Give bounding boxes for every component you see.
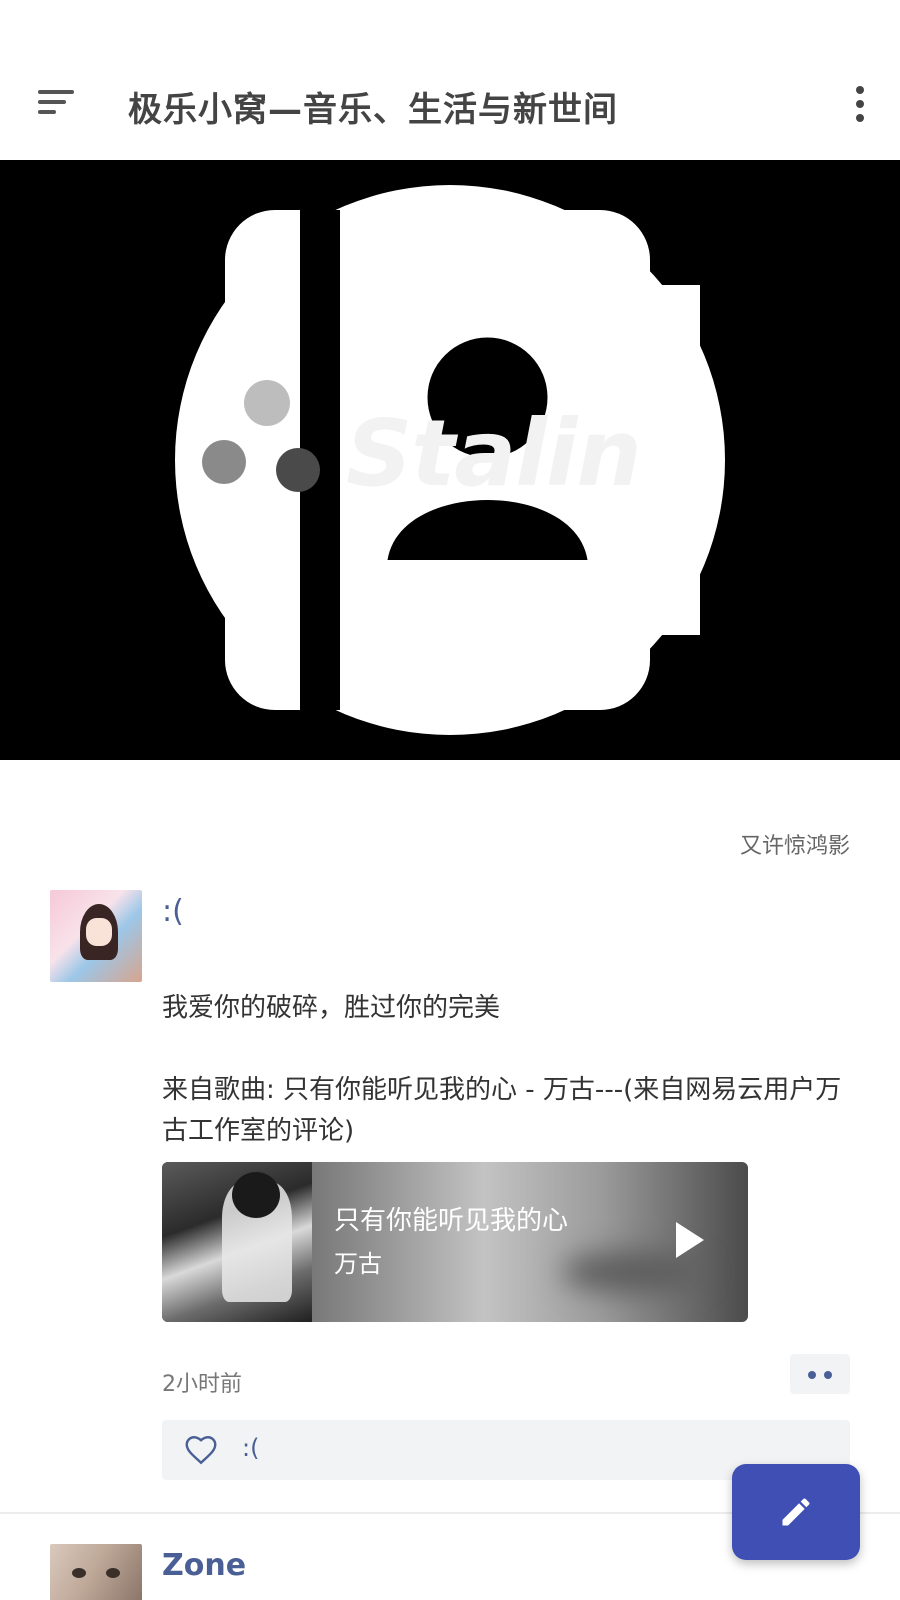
music-card[interactable]: 只有你能听见我的心 万古 bbox=[162, 1162, 748, 1322]
heart-icon[interactable] bbox=[182, 1432, 220, 1468]
post-username[interactable]: :( bbox=[162, 894, 184, 929]
post-body: 我爱你的破碎，胜过你的完美 来自歌曲: 只有你能听见我的心 - 万古---(来自… bbox=[162, 988, 842, 1152]
sort-menu-icon[interactable] bbox=[28, 80, 84, 128]
post-timestamp: 2小时前 bbox=[162, 1372, 242, 1397]
song-title: 只有你能听见我的心 bbox=[334, 1206, 569, 1236]
compose-button[interactable] bbox=[732, 1464, 860, 1560]
post-text-line: 我爱你的破碎，胜过你的完美 bbox=[162, 993, 501, 1023]
logo-dot-left bbox=[202, 440, 246, 484]
song-artist: 万古 bbox=[334, 1250, 382, 1278]
edit-pencil-icon bbox=[782, 1498, 810, 1526]
album-cover bbox=[162, 1162, 312, 1322]
page-title: 极乐小窝—音乐、生活与新世间 bbox=[128, 90, 618, 130]
post-actions-button[interactable] bbox=[790, 1354, 850, 1394]
more-vert-icon[interactable] bbox=[842, 84, 878, 124]
site-signature: 又许惊鸿影 bbox=[739, 834, 850, 859]
post-username[interactable]: Zone bbox=[162, 1548, 246, 1583]
logo-text: Stalin bbox=[346, 400, 642, 507]
logo-dot-top bbox=[244, 380, 290, 426]
avatar[interactable] bbox=[50, 890, 142, 982]
app-bar: 极乐小窝—音乐、生活与新世间 bbox=[0, 0, 900, 160]
play-icon[interactable] bbox=[676, 1222, 704, 1258]
liker-name[interactable]: :( bbox=[242, 1434, 259, 1462]
avatar[interactable] bbox=[50, 1544, 142, 1600]
post-text-line: 来自歌曲: 只有你能听见我的心 - 万古---(来自网易云用户万古工作室的评论) bbox=[162, 1075, 842, 1146]
logo-dot-right bbox=[276, 448, 320, 492]
